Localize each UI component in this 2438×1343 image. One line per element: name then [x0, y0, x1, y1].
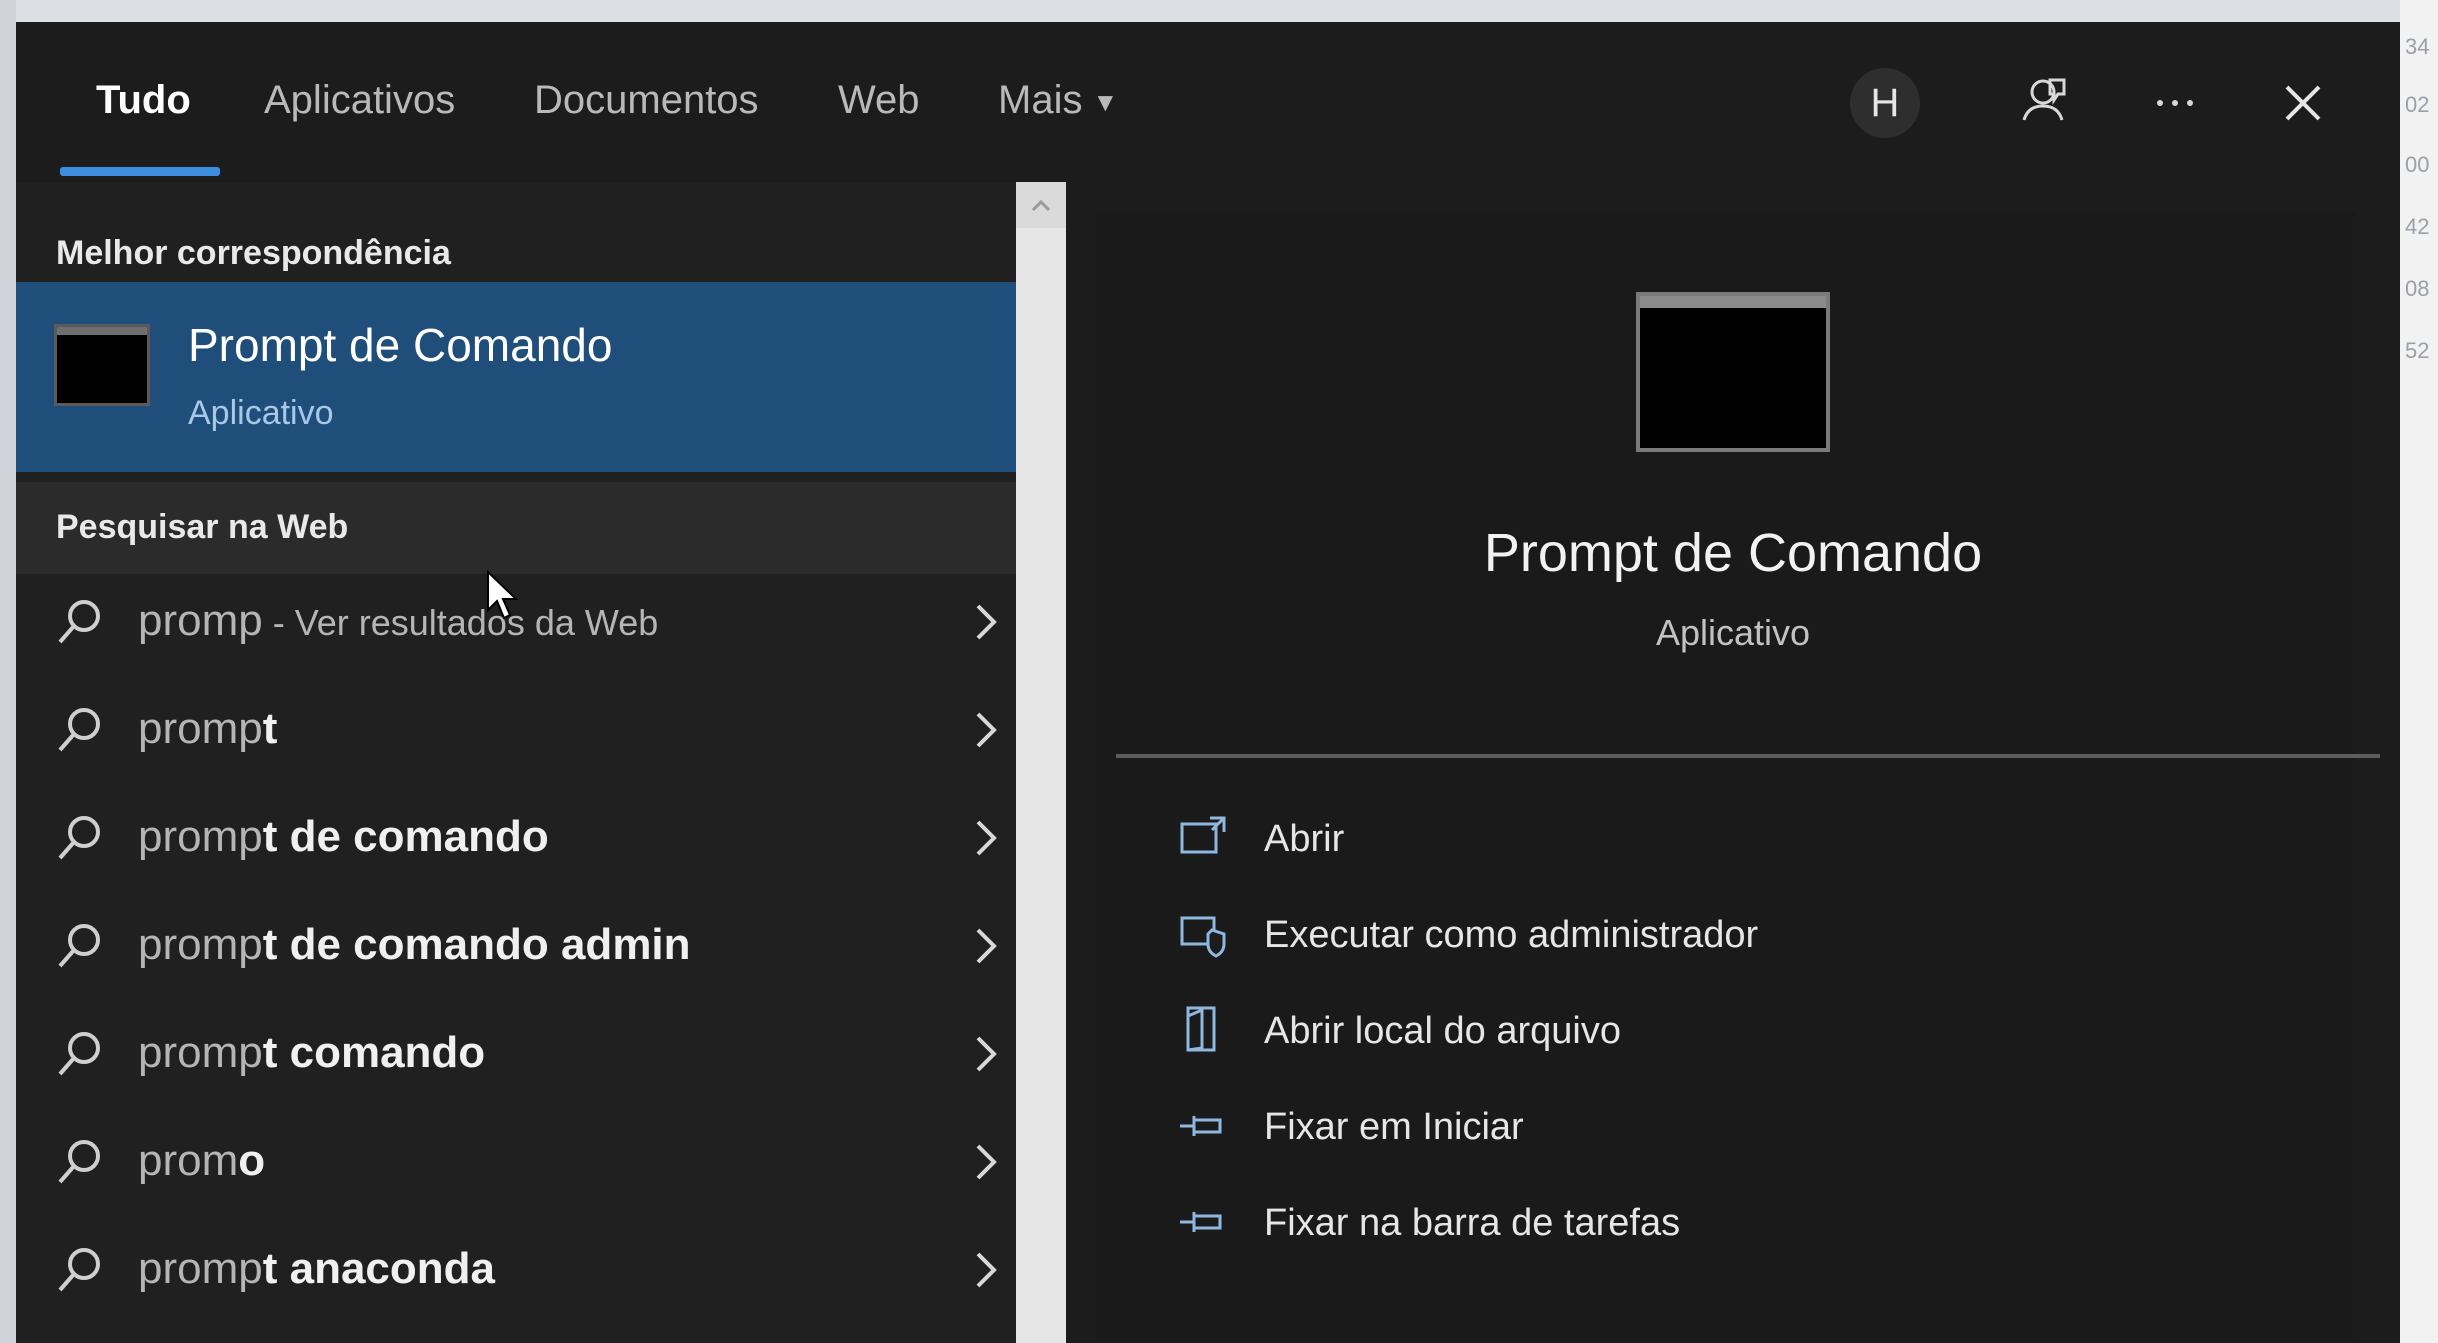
chevron-right-icon[interactable] — [966, 1132, 1006, 1192]
preview-pane: Prompt de Comando Aplicativo Abrir Execu… — [1066, 182, 2400, 1343]
action-label: Abrir local do arquivo — [1264, 1010, 1621, 1052]
search-icon — [52, 1134, 108, 1190]
edge-number: 02 — [2405, 92, 2430, 117]
action-pin-taskbar[interactable]: Fixar na barra de tarefas — [1176, 1190, 2076, 1260]
tab-tudo[interactable]: Tudo — [96, 74, 191, 126]
web-result-text: prompt de comando — [138, 812, 549, 862]
action-open-file-location[interactable]: Abrir local do arquivo — [1176, 998, 2076, 1068]
user-avatar[interactable]: H — [1850, 68, 1920, 138]
chevron-right-icon[interactable] — [966, 1024, 1006, 1084]
typed-text: promp — [138, 704, 263, 753]
web-result-row[interactable]: prompt de comando admin — [16, 892, 1016, 1000]
web-result-row[interactable]: prompt comando — [16, 1000, 1016, 1108]
edge-number: 00 — [2405, 152, 2430, 177]
tab-documentos[interactable]: Documentos — [534, 74, 759, 126]
best-match-header: Melhor correspondência — [56, 234, 451, 272]
action-label: Fixar na barra de tarefas — [1264, 1202, 1681, 1244]
web-result-row[interactable]: prompt anaconda — [16, 1216, 1016, 1324]
results-pane: Melhor correspondência Prompt de Comando… — [16, 182, 1016, 1343]
run-as-admin-icon — [1176, 906, 1232, 962]
tab-mais[interactable]: Mais ▼ — [998, 74, 1118, 126]
command-prompt-icon — [1636, 292, 1830, 452]
web-result-text: prompt comando — [138, 1028, 485, 1078]
completion-text: t anaconda — [262, 1244, 495, 1293]
tab-label: Mais — [998, 78, 1083, 122]
typed-text: promp — [138, 1244, 263, 1293]
web-search-header: Pesquisar na Web — [56, 508, 349, 546]
preview-divider — [1116, 754, 2380, 758]
completion-text: o — [238, 1136, 266, 1185]
typed-text: promp — [138, 920, 263, 969]
tab-label: Documentos — [534, 78, 759, 122]
search-icon — [52, 594, 108, 650]
typed-text: promp — [138, 812, 263, 861]
web-result-row[interactable]: promo — [16, 1108, 1016, 1216]
action-pin-start[interactable]: Fixar em Iniciar — [1176, 1094, 2076, 1164]
search-tab-bar: Tudo Aplicativos Documentos Web Mais ▼ H — [16, 22, 2400, 182]
edge-number: 08 — [2405, 276, 2430, 301]
tab-aplicativos[interactable]: Aplicativos — [264, 74, 455, 126]
typed-text: promp — [138, 596, 263, 645]
desktop-backdrop-left — [0, 0, 16, 1343]
chevron-right-icon[interactable] — [966, 808, 1006, 868]
edge-number: 42 — [2405, 214, 2430, 239]
desktop-backdrop-top — [0, 0, 2438, 22]
suffix-text: - Ver resultados da Web — [262, 602, 659, 643]
preview-title: Prompt de Comando — [1483, 523, 1983, 583]
tab-web[interactable]: Web — [838, 74, 920, 126]
web-result-text: promp - Ver resultados da Web — [138, 596, 658, 646]
tab-label: Web — [838, 78, 920, 122]
completion-text: t de comando admin — [262, 920, 691, 969]
web-result-text: prompt anaconda — [138, 1244, 495, 1294]
command-prompt-icon — [54, 324, 150, 406]
search-window: Tudo Aplicativos Documentos Web Mais ▼ H … — [16, 22, 2400, 1343]
best-match-item[interactable]: Prompt de Comando Aplicativo — [16, 282, 1016, 472]
search-icon — [52, 1026, 108, 1082]
typed-text: prom — [138, 1136, 239, 1185]
desktop-backdrop-right — [2400, 0, 2438, 1343]
web-result-text: prompt de comando admin — [138, 920, 691, 970]
chevron-right-icon[interactable] — [966, 700, 1006, 760]
search-icon — [52, 810, 108, 866]
web-result-text: promo — [138, 1136, 265, 1186]
action-label: Abrir — [1264, 818, 1345, 860]
pin-start-icon — [1176, 1098, 1232, 1154]
caret-down-icon: ▼ — [1092, 87, 1119, 118]
search-icon — [52, 702, 108, 758]
edge-number: 52 — [2405, 338, 2430, 363]
action-label: Executar como administrador — [1264, 914, 1759, 956]
completion-text: t — [262, 704, 278, 753]
results-scrollbar[interactable] — [1016, 182, 1066, 1343]
edge-number: 34 — [2405, 34, 2430, 59]
completion-text: t comando — [262, 1028, 486, 1077]
chevron-right-icon[interactable] — [966, 1240, 1006, 1300]
completion-text: t de comando — [262, 812, 549, 861]
action-abrir[interactable]: Abrir — [1176, 806, 2076, 876]
pin-taskbar-icon — [1176, 1194, 1232, 1250]
more-options-icon[interactable] — [2142, 70, 2208, 136]
best-match-title: Prompt de Comando — [188, 319, 613, 371]
chevron-right-icon[interactable] — [966, 592, 1006, 652]
best-match-subtitle: Aplicativo — [188, 394, 334, 432]
tab-label: Aplicativos — [264, 78, 456, 122]
tab-label: Tudo — [96, 78, 191, 122]
close-icon[interactable] — [2270, 70, 2336, 136]
chevron-right-icon[interactable] — [966, 916, 1006, 976]
preview-subtitle: Aplicativo — [1655, 612, 1811, 653]
web-result-text: prompt — [138, 704, 277, 754]
feedback-icon[interactable] — [2010, 70, 2076, 136]
mouse-cursor-icon — [486, 569, 520, 622]
action-label: Fixar em Iniciar — [1264, 1106, 1524, 1148]
web-result-row[interactable]: prompt — [16, 676, 1016, 784]
typed-text: promp — [138, 1028, 263, 1077]
scroll-up-arrow-icon[interactable] — [1016, 182, 1066, 228]
file-location-icon — [1176, 1002, 1232, 1058]
active-tab-indicator — [60, 167, 220, 176]
search-icon — [52, 918, 108, 974]
search-icon — [52, 1242, 108, 1298]
action-run-as-admin[interactable]: Executar como administrador — [1176, 902, 2076, 972]
web-result-row[interactable]: prompt de comando — [16, 784, 1016, 892]
open-icon — [1176, 810, 1232, 866]
